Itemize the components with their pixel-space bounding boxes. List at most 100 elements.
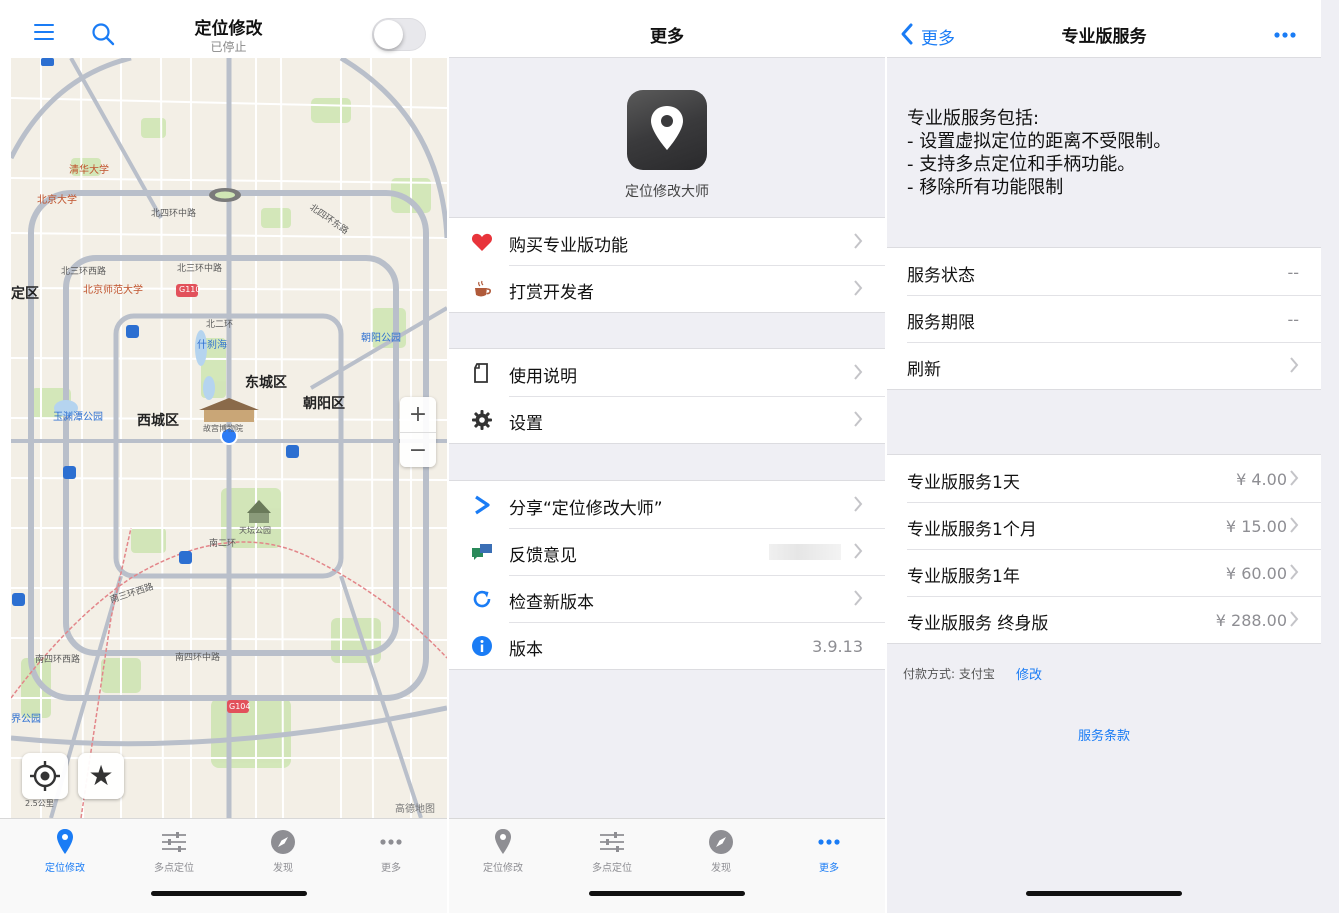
menu-item-manual[interactable]: 使用说明	[449, 349, 885, 396]
plan-label: 专业版服务1年	[907, 567, 1020, 587]
map-view[interactable]: 清华大学 北京大学 北四环中路 北四环东路 北三环西路 北三环中路 北京师范大学…	[11, 58, 447, 818]
refresh-icon	[473, 590, 491, 608]
palace-landmark	[199, 398, 259, 422]
plan-price: ¥ 288.00	[1215, 611, 1287, 630]
location-pin-icon	[651, 106, 683, 150]
locate-me-button[interactable]	[22, 753, 68, 799]
sliders-icon	[162, 832, 186, 852]
chevron-right-icon	[1290, 517, 1299, 533]
menu-item-check-update[interactable]: 检查新版本	[449, 575, 885, 622]
plan-label: 专业版服务 终身版	[907, 614, 1049, 634]
menu-item-label: 检查新版本	[509, 593, 594, 613]
app-icon	[627, 90, 707, 170]
heart-icon	[471, 233, 493, 251]
road-shield-g110: G110	[179, 285, 201, 294]
compass-icon	[271, 830, 295, 854]
tab-label: 定位修改	[483, 863, 523, 874]
compass-icon	[709, 830, 733, 854]
map-label-yuyuantan: 玉渊潭公园	[53, 412, 103, 423]
location-pin-icon	[57, 829, 73, 854]
document-icon	[474, 363, 488, 383]
more-dots-icon	[380, 839, 402, 845]
menu-item-label: 购买专业版功能	[509, 236, 628, 256]
tab-label: 发现	[273, 863, 293, 874]
menu-item-feedback[interactable]: 反馈意见	[449, 528, 885, 575]
chevron-right-icon	[854, 233, 863, 249]
plan-row-1-day[interactable]: 专业版服务1天 ¥ 4.00	[887, 455, 1321, 502]
chevron-right-icon	[1290, 357, 1299, 373]
row-value: --	[1287, 310, 1299, 329]
map-label-north4: 北四环中路	[151, 209, 197, 219]
zoom-control: + −	[400, 397, 436, 467]
version-value: 3.9.13	[812, 637, 863, 656]
chevron-right-icon	[1290, 470, 1299, 486]
app-name: 定位修改大师	[625, 184, 709, 200]
zoom-out-button[interactable]: −	[400, 432, 436, 468]
menu-item-label: 设置	[509, 414, 543, 434]
map-label-edge-park: 界公园	[11, 714, 41, 725]
tab-discover[interactable]: 发现	[676, 827, 766, 874]
road-shield-g104: G104	[229, 702, 251, 711]
plan-row-lifetime[interactable]: 专业版服务 终身版 ¥ 288.00	[887, 596, 1321, 643]
map-label-palace: 故宫博物院	[203, 424, 243, 433]
home-indicator	[589, 891, 745, 896]
chevron-right-icon	[854, 496, 863, 512]
more-dots-icon[interactable]	[1274, 32, 1296, 38]
map-label-north3m: 北三环中路	[177, 264, 223, 274]
tab-label: 多点定位	[154, 863, 194, 874]
map-label-chaoyang-park: 朝阳公园	[361, 333, 401, 344]
map-label-south2: 南二环	[209, 539, 237, 549]
tab-label: 发现	[711, 863, 731, 874]
chevron-right-icon	[854, 280, 863, 296]
info-icon	[472, 636, 492, 656]
menu-item-label: 反馈意见	[509, 546, 577, 566]
menu-item-label: 打赏开发者	[509, 283, 594, 303]
refresh-row[interactable]: 刷新	[887, 342, 1321, 389]
tab-label: 更多	[381, 863, 401, 874]
chevron-right-icon	[1290, 564, 1299, 580]
tab-discover[interactable]: 发现	[238, 827, 328, 874]
plans-group: 专业版服务1天 ¥ 4.00 专业版服务1个月 ¥ 15.00 专业版服务1年 …	[887, 454, 1321, 644]
change-payment-link[interactable]: 修改	[1016, 664, 1042, 683]
tab-location[interactable]: 定位修改	[458, 827, 548, 874]
menu-item-share[interactable]: 分享“定位修改大师”	[449, 481, 885, 528]
menu-group-help: 使用说明 设置	[449, 348, 885, 444]
location-pin-icon	[495, 829, 511, 854]
home-indicator	[151, 891, 307, 896]
chevron-right-icon	[854, 364, 863, 380]
menu-item-tip-developer[interactable]: 打赏开发者	[449, 265, 885, 312]
sliders-icon	[600, 832, 624, 852]
chevron-right-icon	[1290, 611, 1299, 627]
plan-row-1-month[interactable]: 专业版服务1个月 ¥ 15.00	[887, 502, 1321, 549]
chevron-right-icon	[854, 543, 863, 559]
menu-item-buy-pro[interactable]: 购买专业版功能	[449, 218, 885, 265]
location-toggle[interactable]	[372, 18, 426, 51]
map-label-dongcheng: 东城区	[245, 375, 287, 391]
map-label-bnu: 北京师范大学	[83, 285, 143, 296]
map-label-tsinghua: 清华大学	[69, 165, 109, 176]
tab-bar: 定位修改 多点定位 发现 更多	[449, 818, 885, 913]
chevron-right-icon	[854, 411, 863, 427]
terms-of-service-link[interactable]: 服务条款	[887, 725, 1321, 744]
plan-price: ¥ 15.00	[1225, 517, 1287, 536]
tab-more[interactable]: 更多	[784, 827, 874, 874]
tab-location[interactable]: 定位修改	[20, 827, 110, 874]
plan-label: 专业版服务1个月	[907, 520, 1037, 540]
tab-more[interactable]: 更多	[346, 827, 436, 874]
favorites-button[interactable]: ★	[78, 753, 124, 799]
tab-multipoint[interactable]: 多点定位	[567, 827, 657, 874]
plan-price: ¥ 4.00	[1236, 470, 1287, 489]
gear-icon	[472, 410, 492, 430]
plan-row-1-year[interactable]: 专业版服务1年 ¥ 60.00	[887, 549, 1321, 596]
tab-multipoint[interactable]: 多点定位	[129, 827, 219, 874]
toggle-knob	[374, 20, 403, 49]
service-description: 专业版服务包括: - 设置虚拟定位的距离不受限制。 - 支持多点定位和手柄功能。…	[907, 108, 1172, 198]
menu-item-version: 版本 3.9.13	[449, 622, 885, 669]
zoom-in-button[interactable]: +	[400, 397, 436, 432]
tab-bar: 定位修改 多点定位 发现 更多	[0, 818, 447, 913]
menu-item-label: 版本	[509, 640, 543, 660]
menu-item-settings[interactable]: 设置	[449, 396, 885, 443]
plan-label: 专业版服务1天	[907, 473, 1020, 493]
map-label-north3w: 北三环西路	[61, 267, 107, 277]
pro-service-panel: 更多 专业版服务 专业版服务包括: - 设置虚拟定位的距离不受限制。 - 支持多…	[887, 0, 1339, 913]
